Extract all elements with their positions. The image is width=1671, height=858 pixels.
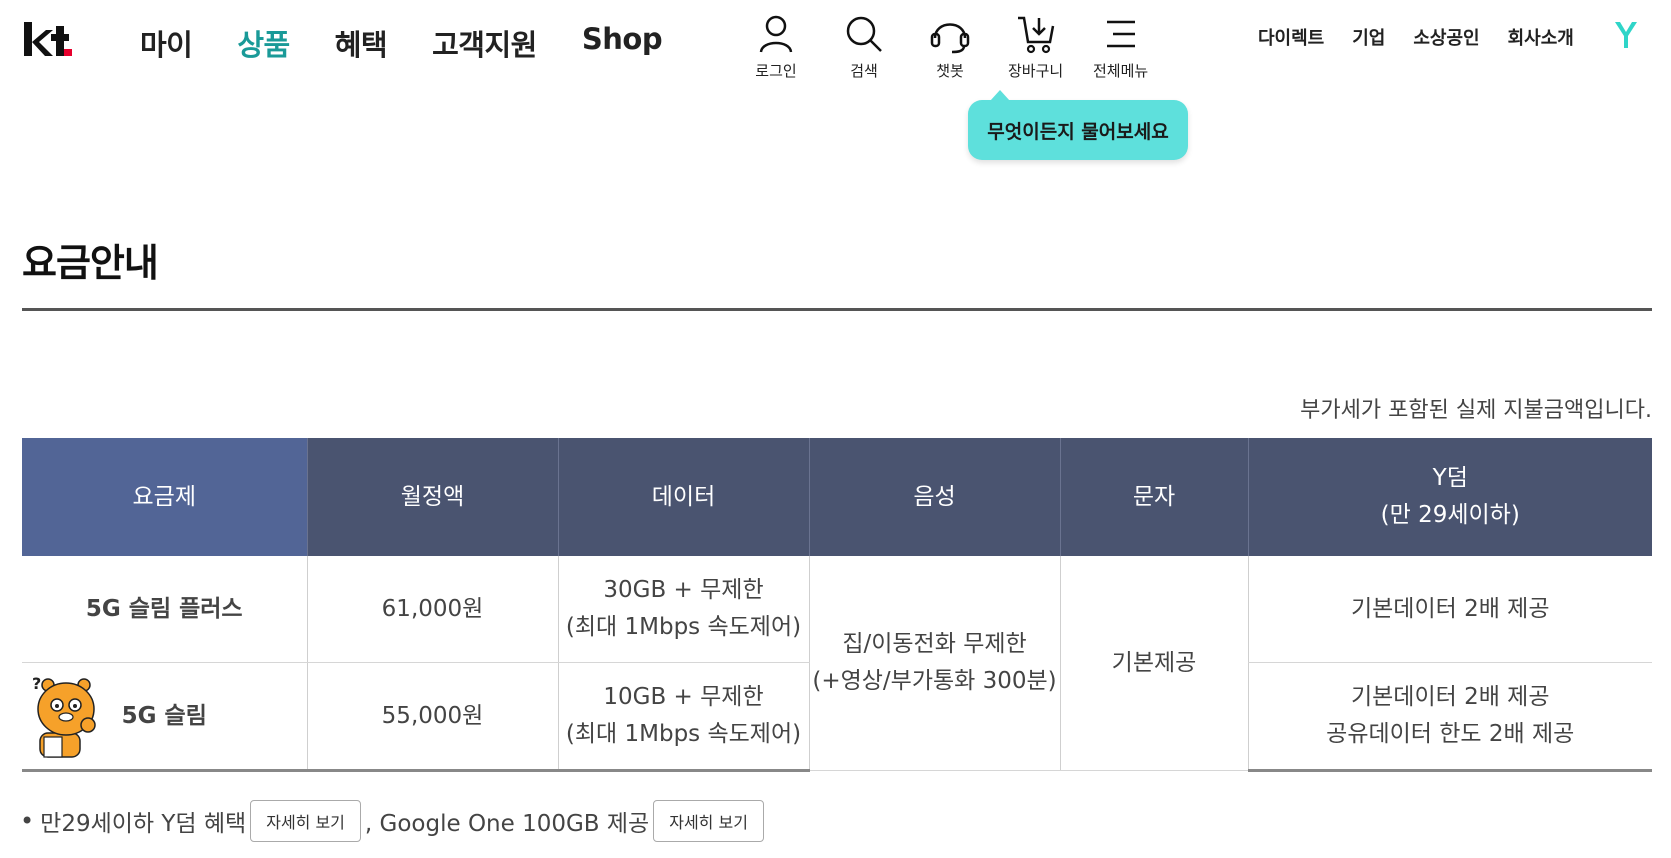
global-header: 마이 상품 혜택 고객지원 Shop 로그인 검색 챗봇 장바구니 전체메뉴 다…	[0, 0, 1671, 100]
person-icon	[759, 15, 793, 53]
plan-ydum: 기본데이터 2배 제공 공유데이터 한도 2배 제공	[1247, 662, 1652, 772]
rate-table: 요금제 월정액 데이터 음성 문자 Y덤 (만 29세이하) 5G 슬림 플러스…	[22, 438, 1652, 772]
plan-data-line2: (최대 1Mbps 속도제어)	[565, 721, 802, 747]
title-divider	[22, 308, 1652, 311]
benefit-note: • 만29세이하 Y덤 혜택 자세히 보기 , Google One 100GB…	[20, 800, 768, 842]
search-icon	[846, 16, 882, 52]
link-direct[interactable]: 다이렉트	[1258, 24, 1324, 50]
plan-name-cell: ? 5G 슬림	[22, 662, 307, 772]
cart-button[interactable]: 장바구니	[1008, 12, 1063, 81]
headset-icon	[930, 23, 970, 54]
top-links: 다이렉트 기업 소상공인 회사소개	[1258, 24, 1574, 50]
ydum-detail-button[interactable]: 자세히 보기	[250, 800, 361, 842]
plan-voice-line1: 집/이동전화 무제한	[842, 631, 1027, 658]
chatbot-button[interactable]: 챗봇	[928, 12, 972, 81]
plan-voice: 집/이동전화 무제한 (+영상/부가통화 300분)	[808, 556, 1060, 771]
plan-price: 61,000원	[306, 556, 558, 663]
header-plan: 요금제	[22, 438, 307, 556]
nav-item-benefits[interactable]: 혜택	[335, 22, 388, 64]
plan-price: 55,000원	[306, 662, 558, 772]
header-data: 데이터	[557, 438, 809, 556]
vat-note: 부가세가 포함된 실제 지불금액입니다.	[1300, 398, 1652, 423]
plan-ydum-line2: 공유데이터 한도 2배 제공	[1326, 721, 1575, 747]
nav-item-products[interactable]: 상품	[237, 22, 290, 64]
plan-sms: 기본제공	[1059, 556, 1248, 771]
all-menu-button[interactable]: 전체메뉴	[1093, 12, 1148, 81]
header-ydum-sub: (만 29세이하)	[1380, 502, 1520, 528]
table-row: 5G 슬림 플러스 61,000원 30GB + 무제한 (최대 1Mbps 속…	[22, 556, 1652, 771]
login-button[interactable]: 로그인	[754, 12, 798, 81]
kt-logo[interactable]	[22, 18, 74, 62]
plan-ydum-line1: 기본데이터 2배 제공	[1350, 684, 1550, 711]
all-menu-label: 전체메뉴	[1093, 62, 1149, 80]
svg-text:?: ?	[32, 674, 41, 693]
plan-name: 5G 슬림 플러스	[22, 556, 307, 663]
nav-item-shop[interactable]: Shop	[582, 22, 663, 64]
page-title: 요금안내	[22, 241, 159, 285]
header-ydum: Y덤 (만 29세이하)	[1247, 438, 1652, 556]
table-header-row: 요금제 월정액 데이터 음성 문자 Y덤 (만 29세이하)	[22, 438, 1652, 556]
bullet: •	[20, 807, 35, 835]
link-small-business[interactable]: 소상공인	[1413, 24, 1479, 50]
plan-data-line2: (최대 1Mbps 속도제어)	[565, 614, 802, 640]
plan-data-line1: 30GB + 무제한	[603, 577, 764, 604]
search-label: 검색	[850, 62, 878, 80]
header-ydum-title: Y덤	[1432, 465, 1468, 492]
header-voice: 음성	[808, 438, 1060, 556]
link-enterprise[interactable]: 기업	[1352, 24, 1385, 50]
plan-data: 10GB + 무제한 (최대 1Mbps 속도제어)	[557, 662, 809, 772]
chatbot-tooltip[interactable]: 무엇이든지 물어보세요	[968, 90, 1188, 160]
search-button[interactable]: 검색	[842, 12, 886, 81]
nav-item-support[interactable]: 고객지원	[432, 22, 537, 64]
plan-voice-line2: (+영상/부가통화 300분)	[812, 668, 1057, 694]
google-one-detail-button[interactable]: 자세히 보기	[653, 800, 764, 842]
ryan-character-icon: ?	[32, 674, 96, 758]
header-price: 월정액	[306, 438, 558, 556]
main-nav: 마이 상품 혜택 고객지원 Shop	[140, 22, 707, 64]
y-brand-icon[interactable]	[1613, 20, 1639, 50]
google-one-text: , Google One 100GB 제공	[364, 811, 650, 837]
plan-name: 5G 슬림	[121, 702, 207, 729]
chatbot-label: 챗봇	[936, 62, 964, 80]
link-company[interactable]: 회사소개	[1508, 24, 1574, 50]
plan-data-line1: 10GB + 무제한	[603, 684, 764, 711]
header-sms: 문자	[1059, 438, 1248, 556]
cart-label: 장바구니	[1008, 62, 1064, 80]
cart-icon	[1017, 16, 1054, 54]
plan-ydum: 기본데이터 2배 제공	[1247, 556, 1652, 663]
menu-icon	[1106, 20, 1135, 48]
login-label: 로그인	[755, 62, 797, 80]
ydum-benefit-text: 만29세이하 Y덤 혜택	[40, 811, 247, 837]
nav-item-my[interactable]: 마이	[140, 22, 193, 64]
plan-data: 30GB + 무제한 (최대 1Mbps 속도제어)	[557, 556, 809, 663]
